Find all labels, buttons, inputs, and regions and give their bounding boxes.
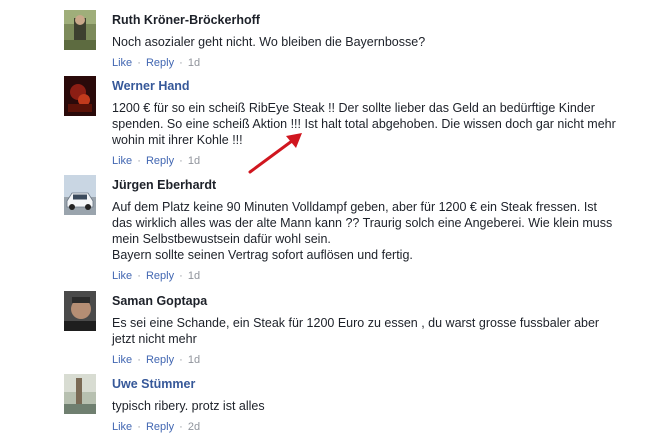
separator: · bbox=[179, 421, 183, 433]
comment-author[interactable]: Uwe Stümmer bbox=[112, 376, 632, 392]
comment-line: mein Selbstbewustsein dafür wohl sein. bbox=[112, 232, 331, 246]
comment-meta: Like · Reply · 1d bbox=[112, 154, 632, 168]
comment-line: Noch asozialer geht nicht. Wo bleiben di… bbox=[112, 35, 426, 49]
comment-author[interactable]: Ruth Kröner-Bröckerhoff bbox=[112, 12, 632, 28]
comment-text: Auf dem Platz keine 90 Minuten Volldampf… bbox=[112, 199, 632, 263]
comment-meta: Like · Reply · 1d bbox=[112, 56, 632, 70]
comment-author[interactable]: Werner Hand bbox=[112, 78, 632, 94]
comment-line: Es sei eine Schande, ein Steak für 1200 … bbox=[112, 316, 600, 330]
comment-line: 1200 € für so ein scheiß RibEye Steak !!… bbox=[112, 101, 595, 115]
comment-line: spenden. So eine scheiß Aktion !!! Ist h… bbox=[112, 117, 616, 131]
comment-line: typisch ribery. protz ist alles bbox=[112, 399, 265, 413]
separator: · bbox=[137, 270, 141, 282]
reply-link[interactable]: Reply bbox=[146, 270, 174, 282]
comment-author[interactable]: Jürgen Eberhardt bbox=[112, 177, 632, 193]
comment-meta: Like · Reply · 1d bbox=[112, 353, 632, 367]
timestamp[interactable]: 1d bbox=[188, 57, 200, 69]
avatar-image bbox=[64, 10, 96, 50]
avatar-image bbox=[64, 175, 96, 215]
separator: · bbox=[179, 155, 183, 167]
separator: · bbox=[179, 270, 183, 282]
reply-link[interactable]: Reply bbox=[146, 354, 174, 366]
comment-author[interactable]: Saman Goptapa bbox=[112, 293, 632, 309]
separator: · bbox=[137, 354, 141, 366]
reply-link[interactable]: Reply bbox=[146, 421, 174, 433]
avatar[interactable] bbox=[64, 291, 96, 331]
comment-meta: Like · Reply · 1d bbox=[112, 269, 632, 283]
timestamp[interactable]: 1d bbox=[188, 155, 200, 167]
like-link[interactable]: Like bbox=[112, 57, 132, 69]
separator: · bbox=[179, 57, 183, 69]
comment-text: Es sei eine Schande, ein Steak für 1200 … bbox=[112, 315, 632, 347]
red-arrow-icon bbox=[248, 133, 302, 174]
reply-link[interactable]: Reply bbox=[146, 155, 174, 167]
reply-link[interactable]: Reply bbox=[146, 57, 174, 69]
avatar[interactable] bbox=[64, 76, 96, 116]
separator: · bbox=[137, 155, 141, 167]
separator: · bbox=[137, 421, 141, 433]
avatar[interactable] bbox=[64, 374, 96, 414]
comment-line: Auf dem Platz keine 90 Minuten Volldampf… bbox=[112, 200, 598, 214]
like-link[interactable]: Like bbox=[112, 354, 132, 366]
timestamp[interactable]: 1d bbox=[188, 270, 200, 282]
comment-line: jetzt nicht mehr bbox=[112, 332, 197, 346]
comment-text: 1200 € für so ein scheiß RibEye Steak !!… bbox=[112, 100, 632, 148]
comment-line: das wirklich alles was der alte Mann kan… bbox=[112, 216, 613, 230]
timestamp[interactable]: 1d bbox=[188, 354, 200, 366]
avatar[interactable] bbox=[64, 175, 96, 215]
timestamp[interactable]: 2d bbox=[188, 421, 200, 433]
avatar-image bbox=[64, 374, 96, 414]
comment-line: Bayern sollte seinen Vertrag sofort aufl… bbox=[112, 248, 413, 262]
like-link[interactable]: Like bbox=[112, 270, 132, 282]
comment-text: typisch ribery. protz ist alles bbox=[112, 398, 632, 414]
avatar-image bbox=[64, 76, 96, 116]
like-link[interactable]: Like bbox=[112, 155, 132, 167]
avatar[interactable] bbox=[64, 10, 96, 50]
comment-meta: Like · Reply · 2d bbox=[112, 420, 632, 434]
comment-text: Noch asozialer geht nicht. Wo bleiben di… bbox=[112, 34, 632, 50]
separator: · bbox=[137, 57, 141, 69]
avatar-image bbox=[64, 291, 96, 331]
like-link[interactable]: Like bbox=[112, 421, 132, 433]
separator: · bbox=[179, 354, 183, 366]
comment-line: wohin mit ihrer Kohle !!! bbox=[112, 133, 243, 147]
